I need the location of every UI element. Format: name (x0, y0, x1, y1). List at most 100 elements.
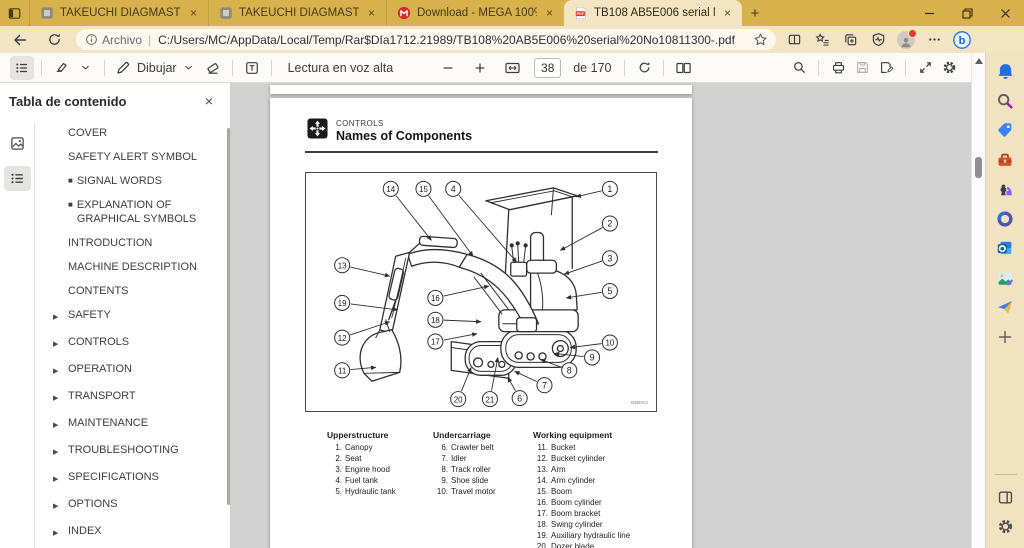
toc-item[interactable]: ■SIGNAL WORDS (36, 169, 229, 193)
tab-close-button[interactable]: × (543, 6, 556, 20)
favorite-star-icon[interactable] (753, 32, 768, 47)
toc-item[interactable]: ▶CONTROLS (36, 330, 229, 357)
navigation-bar: Archivo | C:/Users/MC/AppData/Local/Temp… (0, 26, 1024, 53)
split-screen-button[interactable] (780, 28, 808, 52)
page-view-button[interactable] (671, 56, 695, 80)
browser-tab[interactable]: Download - MEGA 100%× (386, 0, 564, 26)
search-sidebar-button[interactable] (991, 87, 1019, 115)
draw-button[interactable]: Dibujar (112, 56, 197, 80)
settings-menu-button[interactable] (920, 28, 948, 52)
tab-layout-icon (7, 6, 22, 21)
erase-button[interactable] (201, 56, 225, 80)
toc-item[interactable]: ▶SPECIFICATIONS (36, 465, 229, 492)
fullscreen-button[interactable] (913, 56, 937, 80)
tab-close-button[interactable]: × (365, 6, 378, 20)
toc-item[interactable]: ▶TROUBLESHOOTING (36, 438, 229, 465)
browser-essentials-button[interactable] (864, 28, 892, 52)
drop-sidebar-button[interactable] (991, 293, 1019, 321)
close-window-button[interactable] (986, 0, 1024, 26)
browser-tab[interactable]: TAKEUCHI DIAGMASTER ENGINE× (208, 0, 386, 26)
add-sidebar-app-button[interactable] (991, 323, 1019, 351)
rotate-button[interactable] (632, 56, 656, 80)
expand-arrow-icon[interactable]: ▶ (53, 308, 68, 325)
scrollbar-thumb[interactable] (975, 157, 982, 178)
outlook-sidebar-button[interactable] (991, 234, 1019, 262)
toc-item[interactable]: CONTENTS (36, 279, 229, 303)
zoom-in-button[interactable] (468, 56, 492, 80)
tab-close-button[interactable]: × (187, 6, 200, 20)
toc-item[interactable]: SAFETY ALERT SYMBOL (36, 145, 229, 169)
sidebar-panel-button[interactable] (992, 483, 1020, 511)
toc-item[interactable]: ▶OPTIONS (36, 492, 229, 519)
expand-arrow-icon[interactable]: ▶ (53, 416, 68, 433)
legend-item: 18.Swing cylinder (533, 519, 663, 530)
shopping-sidebar-button[interactable] (991, 116, 1019, 144)
expand-arrow-icon[interactable]: ▶ (53, 497, 68, 514)
toc-item[interactable]: ▶SAFETY (36, 303, 229, 330)
refresh-button[interactable] (40, 28, 68, 52)
edge-sidebar (985, 53, 1024, 548)
tab-actions-button[interactable] (0, 0, 30, 26)
favorites-button[interactable] (808, 28, 836, 52)
scroll-up-arrow[interactable] (975, 58, 983, 64)
zoom-out-button[interactable] (436, 56, 460, 80)
expand-arrow-icon[interactable]: ▶ (53, 389, 68, 406)
toc-panel: Tabla de contenido × COVERSAFETY ALERT S… (0, 83, 231, 548)
toc-close-button[interactable]: × (200, 91, 218, 111)
minimize-button[interactable] (910, 0, 948, 26)
toc-item[interactable]: ▶OPERATION (36, 357, 229, 384)
highlight-dropdown[interactable] (73, 56, 97, 80)
highlight-button[interactable] (49, 56, 73, 80)
thumbnails-button[interactable] (4, 131, 31, 156)
callout-arrow (515, 371, 537, 381)
edge-sidebar-footer-icons (992, 483, 1020, 542)
expand-arrow-icon[interactable]: ▶ (53, 362, 68, 379)
back-button[interactable] (6, 28, 34, 52)
expand-arrow-icon[interactable]: ▶ (53, 443, 68, 460)
pdf-settings-button[interactable] (937, 56, 961, 80)
copilot-button[interactable]: b (948, 28, 976, 52)
pdf-scrollbar[interactable] (971, 53, 985, 548)
search-document-button[interactable] (787, 56, 811, 80)
fit-width-button[interactable] (500, 56, 524, 80)
address-separator: | (148, 33, 151, 47)
page-number-input[interactable] (534, 58, 561, 78)
browser-tab[interactable]: TAKEUCHI DIAGMASTER ENGINE × (30, 0, 208, 26)
profile-button[interactable] (892, 28, 920, 52)
save-as-button[interactable] (874, 56, 898, 80)
shopping-icon (996, 121, 1014, 139)
expand-arrow-icon[interactable]: ▶ (53, 470, 68, 487)
settings-button[interactable] (992, 513, 1020, 541)
add-text-button[interactable] (240, 56, 264, 80)
legend-item-number: 8. (433, 464, 448, 475)
toc-item[interactable]: MACHINE DESCRIPTION (36, 255, 229, 279)
toc-item[interactable]: ▶TRANSPORT (36, 384, 229, 411)
browser-tab[interactable]: PDFTB108 AB5E006 serial No1081130× (564, 0, 742, 26)
address-bar[interactable]: Archivo | C:/Users/MC/AppData/Local/Temp… (76, 29, 776, 50)
toc-toggle-button[interactable] (10, 56, 34, 80)
tab-close-button[interactable]: × (721, 6, 734, 20)
expand-arrow-icon[interactable]: ▶ (53, 524, 68, 541)
new-tab-button[interactable]: + (742, 2, 768, 24)
toc-item-label: TROUBLESHOOTING (68, 443, 179, 457)
office-sidebar-button[interactable] (991, 205, 1019, 233)
games-sidebar-button[interactable] (991, 175, 1019, 203)
contents-button[interactable] (4, 166, 31, 191)
tab-title: TAKEUCHI DIAGMASTER ENGINE (60, 7, 181, 19)
expand-arrow-icon[interactable]: ▶ (53, 335, 68, 352)
toc-item[interactable]: ■EXPLANATION OF GRAPHICAL SYMBOLS (36, 193, 229, 231)
toolbox-sidebar-button[interactable] (991, 146, 1019, 174)
toc-item[interactable]: ▶MAINTENANCE (36, 411, 229, 438)
toc-item[interactable]: INTRODUCTION (36, 231, 229, 255)
designer-sidebar-button[interactable] (991, 264, 1019, 292)
toc-item[interactable]: COVER (36, 121, 229, 145)
collections-button[interactable] (836, 28, 864, 52)
restore-button[interactable] (948, 0, 986, 26)
toc-scrollbar[interactable] (227, 128, 230, 505)
print-button[interactable] (826, 56, 850, 80)
read-aloud-button[interactable]: Lectura en voz alta (279, 56, 403, 80)
toolbox-icon (996, 151, 1014, 169)
draw-label: Dibujar (137, 61, 177, 75)
bell-sidebar-button[interactable] (991, 57, 1019, 85)
toc-item[interactable]: ▶INDEX (36, 519, 229, 546)
